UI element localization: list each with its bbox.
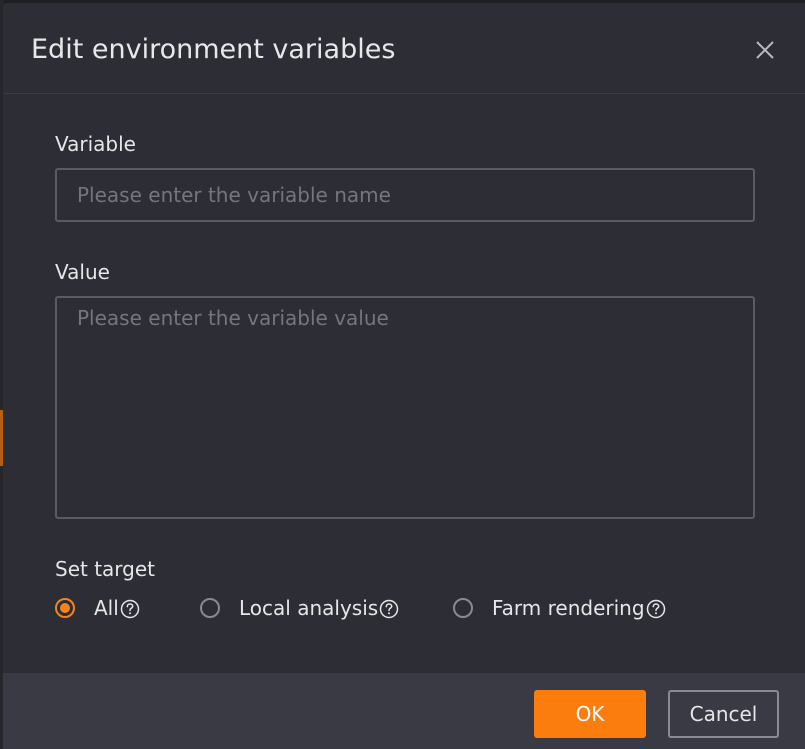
help-icon[interactable] [646,599,666,619]
dialog-title: Edit environment variables [31,34,396,65]
cancel-button[interactable]: Cancel [668,690,779,738]
radio-button-checked[interactable] [55,598,75,618]
radio-button[interactable] [453,598,473,618]
variable-name-input[interactable] [55,168,755,222]
radio-label-farm-rendering: Farm rendering [492,596,645,620]
edit-env-dialog: Edit environment variables Variable Valu… [3,3,805,749]
dialog-header: Edit environment variables [3,3,805,94]
dialog-footer: OK Cancel [3,673,805,749]
radio-button[interactable] [200,598,220,618]
radio-option-local-analysis[interactable]: Local analysis [200,593,399,623]
radio-label-local-analysis: Local analysis [239,596,379,620]
value-label: Value [55,260,110,284]
set-target-label: Set target [55,557,156,581]
ok-button[interactable]: OK [534,690,646,738]
close-icon [756,41,774,59]
radio-label-all: All [94,596,119,620]
radio-option-farm-rendering[interactable]: Farm rendering [453,593,666,623]
help-icon[interactable] [379,599,399,619]
variable-label: Variable [55,132,136,156]
close-button[interactable] [751,36,779,64]
variable-value-input[interactable] [55,296,755,519]
radio-option-all[interactable]: All [55,593,140,623]
help-icon[interactable] [120,599,140,619]
